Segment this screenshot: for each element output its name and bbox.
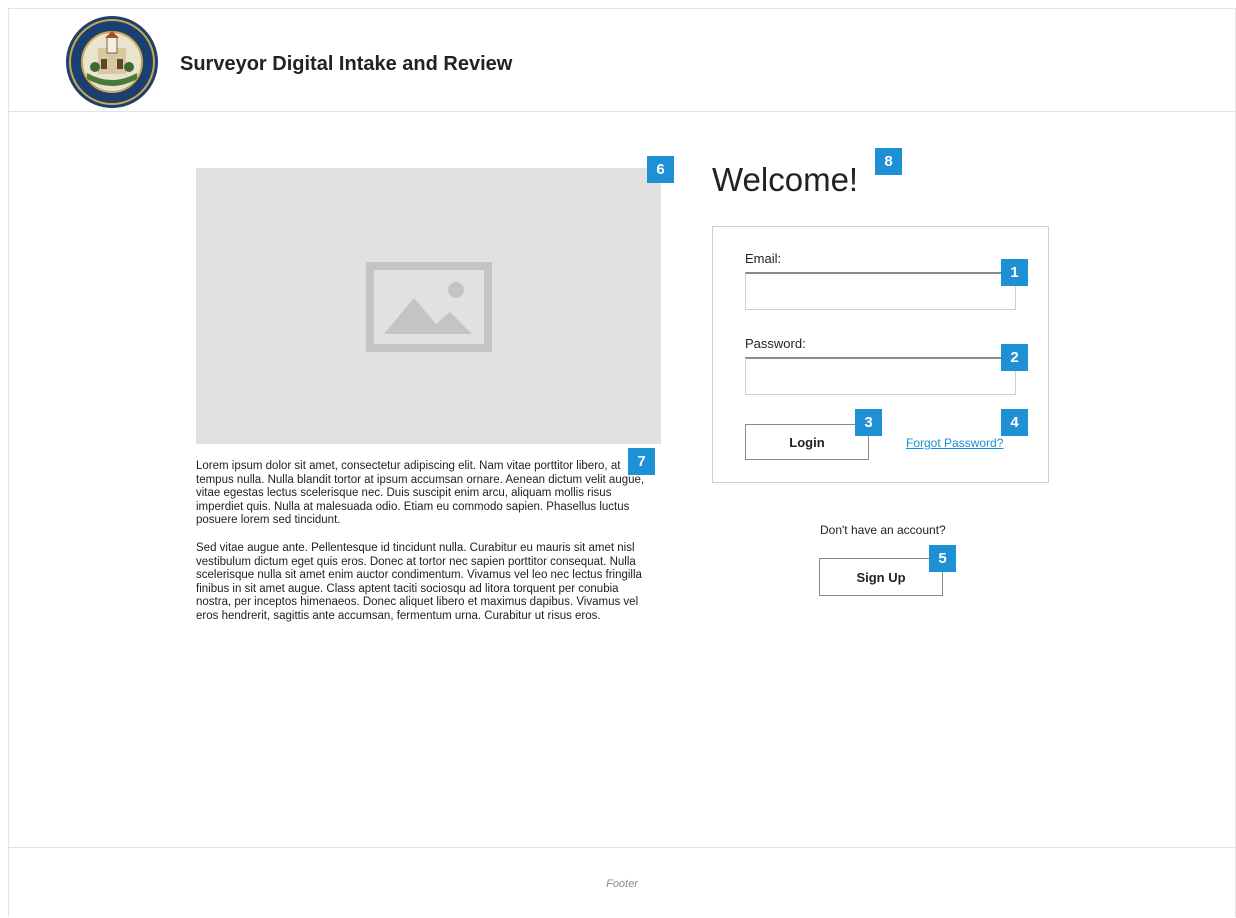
county-seal-logo bbox=[65, 15, 159, 109]
body-text: Lorem ipsum dolor sit amet, consectetur … bbox=[196, 460, 650, 638]
email-label: Email: bbox=[745, 251, 782, 266]
footer-text: Footer bbox=[606, 878, 638, 890]
welcome-heading: Welcome! bbox=[712, 161, 859, 198]
password-label: Password: bbox=[745, 336, 806, 351]
annotation-badge-3: 3 bbox=[855, 409, 882, 436]
annotation-badge-6: 6 bbox=[647, 156, 674, 183]
no-account-prompt: Don't have an account? bbox=[820, 523, 946, 537]
annotation-badge-1: 1 bbox=[1001, 259, 1028, 286]
body-paragraph-2: Sed vitae augue ante. Pellentesque id ti… bbox=[196, 541, 642, 622]
image-placeholder-icon bbox=[366, 262, 492, 352]
login-button[interactable]: Login bbox=[745, 424, 869, 460]
annotation-badge-4: 4 bbox=[1001, 409, 1028, 436]
footer: Footer bbox=[9, 847, 1235, 918]
annotation-badge-7: 7 bbox=[628, 448, 655, 475]
annotation-badge-8: 8 bbox=[875, 148, 902, 175]
header: Surveyor Digital Intake and Review bbox=[9, 9, 1235, 112]
annotation-badge-2: 2 bbox=[1001, 344, 1028, 371]
email-field[interactable] bbox=[745, 272, 1016, 310]
password-field[interactable] bbox=[745, 357, 1016, 395]
sign-up-button[interactable]: Sign Up bbox=[819, 558, 943, 596]
body-paragraph-1: Lorem ipsum dolor sit amet, consectetur … bbox=[196, 460, 645, 527]
annotation-badge-5: 5 bbox=[929, 545, 956, 572]
app-title: Surveyor Digital Intake and Review bbox=[180, 53, 513, 75]
hero-image-placeholder bbox=[196, 168, 661, 444]
forgot-password-link[interactable]: Forgot Password? bbox=[906, 436, 1003, 450]
